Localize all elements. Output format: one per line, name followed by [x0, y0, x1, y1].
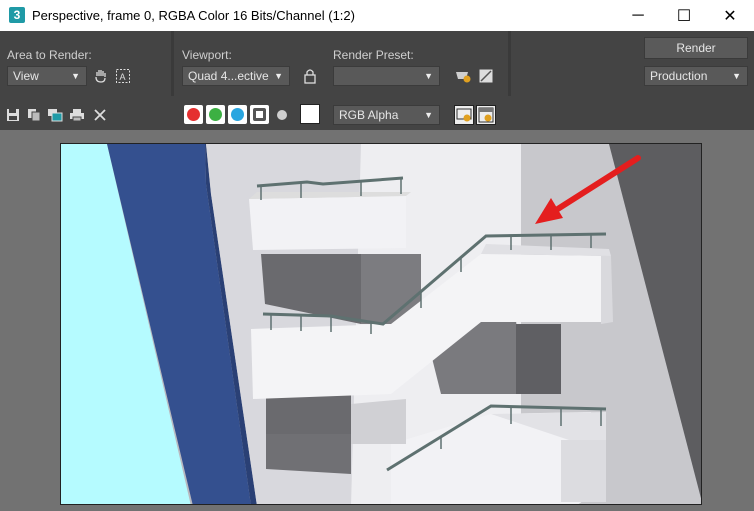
- rendered-scene: [61, 144, 701, 504]
- area-to-render-value: View: [13, 69, 39, 83]
- print-icon[interactable]: [68, 106, 86, 124]
- chevron-down-icon: ▼: [274, 71, 283, 81]
- chevron-down-icon: ▼: [732, 71, 741, 81]
- window-title: Perspective, frame 0, RGBA Color 16 Bits…: [32, 8, 355, 23]
- clone-window-icon[interactable]: [46, 106, 64, 124]
- save-icon[interactable]: [4, 106, 22, 124]
- blue-channel-toggle[interactable]: [228, 105, 247, 124]
- render-preset-label: Render Preset:: [333, 48, 414, 62]
- render-button[interactable]: Render: [644, 37, 748, 59]
- red-channel-toggle[interactable]: [184, 105, 203, 124]
- svg-text:A: A: [120, 72, 126, 82]
- render-preset-dropdown[interactable]: ▼: [333, 66, 440, 86]
- viewport-dropdown[interactable]: Quad 4...ective ▼: [182, 66, 290, 86]
- environment-effects-icon[interactable]: [476, 66, 496, 86]
- lock-icon[interactable]: [300, 66, 320, 86]
- monochrome-icon[interactable]: [273, 106, 291, 124]
- clear-icon[interactable]: [91, 106, 109, 124]
- copy-icon[interactable]: [25, 106, 43, 124]
- app-icon: 3: [9, 7, 25, 23]
- area-to-render-dropdown[interactable]: View ▼: [7, 66, 87, 86]
- minimize-button[interactable]: ─: [615, 0, 661, 31]
- maximize-button[interactable]: ☐: [661, 0, 707, 31]
- render-settings-panel: Area to Render: View ▼ A Viewport: Quad …: [0, 31, 754, 96]
- panel-separator: [508, 31, 511, 96]
- rendered-image: [60, 143, 702, 505]
- blue-channel-icon: [231, 108, 244, 121]
- display-channel-dropdown[interactable]: RGB Alpha ▼: [333, 105, 440, 125]
- top-balcony: [249, 196, 406, 250]
- production-value: Production: [650, 69, 708, 83]
- area-to-render-label: Area to Render:: [7, 48, 92, 62]
- green-channel-icon: [209, 108, 222, 121]
- close-button[interactable]: ✕: [707, 0, 753, 31]
- viewport-label: Viewport:: [182, 48, 232, 62]
- chevron-down-icon: ▼: [71, 71, 80, 81]
- render-window-toggle-icon[interactable]: [476, 105, 496, 125]
- title-bar: 3 Perspective, frame 0, RGBA Color 16 Bi…: [0, 0, 754, 31]
- chevron-down-icon: ▼: [424, 71, 433, 81]
- viewport-value: Quad 4...ective: [188, 69, 269, 83]
- production-dropdown[interactable]: Production ▼: [644, 66, 748, 86]
- auto-region-icon[interactable]: A: [113, 66, 133, 86]
- red-channel-icon: [187, 108, 200, 121]
- green-channel-toggle[interactable]: [206, 105, 225, 124]
- render-setup-icon[interactable]: [453, 66, 473, 86]
- color-swatch[interactable]: [300, 104, 320, 124]
- chevron-down-icon: ▼: [424, 110, 433, 120]
- alpha-channel-toggle[interactable]: [250, 105, 269, 124]
- display-channel-value: RGB Alpha: [339, 108, 399, 122]
- alpha-channel-icon: [253, 108, 266, 121]
- frame-buffer-toolbar: RGB Alpha ▼: [0, 100, 754, 130]
- panel-separator: [171, 31, 174, 96]
- hand-pan-icon[interactable]: [91, 66, 111, 86]
- overlay-toggle-icon[interactable]: [454, 105, 474, 125]
